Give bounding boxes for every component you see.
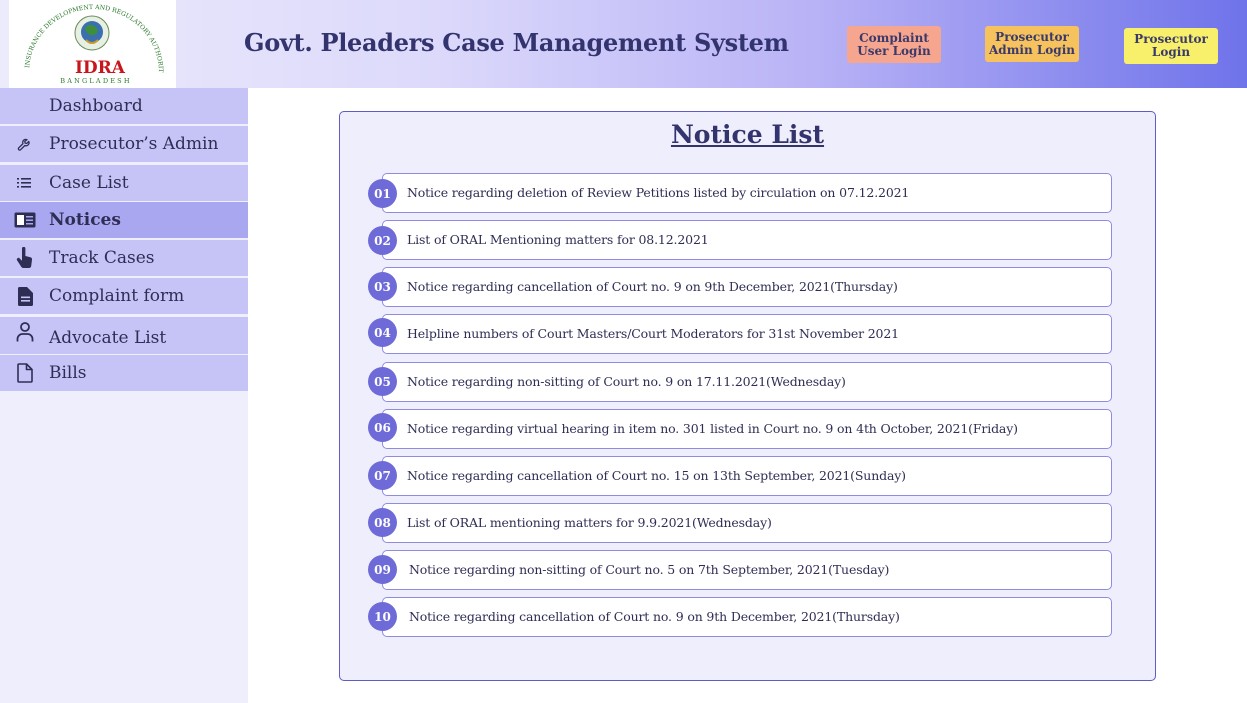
notice-text: List of ORAL Mentioning matters for 08.1… — [407, 232, 709, 247]
sidebar-item-label: Bills — [49, 363, 87, 383]
sidebar-item-track-cases[interactable]: Track Cases — [0, 240, 248, 276]
sidebar-item-label: Notices — [49, 210, 121, 230]
sidebar-item-complaint-form[interactable]: Complaint form — [0, 278, 248, 314]
notice-item[interactable]: Notice regarding cancellation of Court n… — [382, 597, 1112, 637]
complaint-user-login-button[interactable]: Complaint User Login — [847, 26, 941, 63]
sidebar-item-advocate-list[interactable]: Advocate List — [0, 317, 248, 354]
sidebar-item-label: Advocate List — [49, 328, 167, 348]
notice-text: Notice regarding cancellation of Court n… — [407, 468, 906, 483]
notice-item[interactable]: List of ORAL mentioning matters for 9.9.… — [382, 503, 1112, 543]
notice-number-badge: 10 — [368, 602, 397, 631]
notice-item[interactable]: List of ORAL Mentioning matters for 08.1… — [382, 220, 1112, 260]
file-icon — [14, 362, 36, 384]
notice-text: Notice regarding deletion of Review Peti… — [407, 185, 910, 200]
notice-item[interactable]: Notice regarding cancellation of Court n… — [382, 267, 1112, 307]
notice-number-badge: 04 — [368, 318, 397, 347]
sidebar: Dashboard Prosecutor’s Admin Case List N… — [0, 88, 248, 703]
notice-list-panel: Notice List Notice regarding deletion of… — [339, 111, 1156, 681]
wrench-icon — [14, 133, 36, 155]
notice-text: Notice regarding non-sitting of Court no… — [409, 562, 890, 577]
notice-number-badge: 05 — [368, 367, 397, 396]
sidebar-item-label: Dashboard — [49, 96, 143, 116]
notice-number-badge: 03 — [368, 272, 397, 301]
sidebar-item-notices[interactable]: Notices — [0, 202, 248, 238]
notice-text: List of ORAL mentioning matters for 9.9.… — [407, 515, 772, 530]
notice-number-badge: 01 — [368, 179, 397, 208]
sidebar-item-case-list[interactable]: Case List — [0, 165, 248, 201]
logo-name: IDRA — [75, 58, 126, 78]
complaint-login-line1: Complaint — [859, 30, 929, 45]
prosecutor-login-line2: Login — [1151, 45, 1191, 59]
logo-country: BANGLADESH — [60, 77, 131, 85]
notice-item[interactable]: Helpline numbers of Court Masters/Court … — [382, 314, 1112, 354]
document-icon — [14, 285, 36, 307]
prosecutor-login-button[interactable]: Prosecutor Login — [1124, 28, 1218, 64]
sidebar-item-label: Prosecutor’s Admin — [49, 134, 219, 154]
notice-text: Helpline numbers of Court Masters/Court … — [407, 326, 899, 341]
idra-seal-icon: INSURANCE DEVELOPMENT AND REGULATORY AUT… — [9, 0, 164, 85]
sidebar-item-label: Track Cases — [49, 248, 155, 268]
sidebar-item-prosecutors-admin[interactable]: Prosecutor’s Admin — [0, 126, 248, 162]
notice-number-badge: 06 — [368, 413, 397, 442]
prosecutor-admin-login-button[interactable]: Prosecutor Admin Login — [985, 26, 1079, 62]
notice-text: Notice regarding cancellation of Court n… — [409, 609, 900, 624]
sidebar-item-label: Complaint form — [49, 286, 185, 306]
person-icon — [14, 321, 36, 343]
list-icon — [14, 172, 36, 194]
notice-number-badge: 02 — [368, 226, 397, 255]
notices-icon — [14, 209, 36, 231]
notice-text: Notice regarding non-sitting of Court no… — [407, 374, 846, 389]
notice-number-badge: 08 — [368, 508, 397, 537]
hand-pointer-icon — [14, 247, 36, 269]
app-title: Govt. Pleaders Case Management System — [244, 28, 789, 57]
notice-item[interactable]: Notice regarding virtual hearing in item… — [382, 409, 1112, 449]
notice-text: Notice regarding virtual hearing in item… — [407, 421, 1018, 436]
admin-login-line2: Admin Login — [989, 43, 1075, 57]
sidebar-item-label: Case List — [49, 173, 129, 193]
notice-text: Notice regarding cancellation of Court n… — [407, 279, 898, 294]
notice-number-badge: 07 — [368, 461, 397, 490]
notice-item[interactable]: Notice regarding cancellation of Court n… — [382, 456, 1112, 496]
sidebar-item-dashboard[interactable]: Dashboard — [0, 88, 248, 124]
notice-number-badge: 09 — [368, 555, 397, 584]
notice-item[interactable]: Notice regarding deletion of Review Peti… — [382, 173, 1112, 213]
sidebar-item-bills[interactable]: Bills — [0, 355, 248, 391]
notice-list-title: Notice List — [670, 120, 825, 149]
header: INSURANCE DEVELOPMENT AND REGULATORY AUT… — [0, 0, 1247, 88]
notice-item[interactable]: Notice regarding non-sitting of Court no… — [382, 362, 1112, 402]
notice-item[interactable]: Notice regarding non-sitting of Court no… — [382, 550, 1112, 590]
complaint-login-line2: User Login — [857, 43, 931, 58]
idra-logo[interactable]: INSURANCE DEVELOPMENT AND REGULATORY AUT… — [9, 0, 176, 88]
